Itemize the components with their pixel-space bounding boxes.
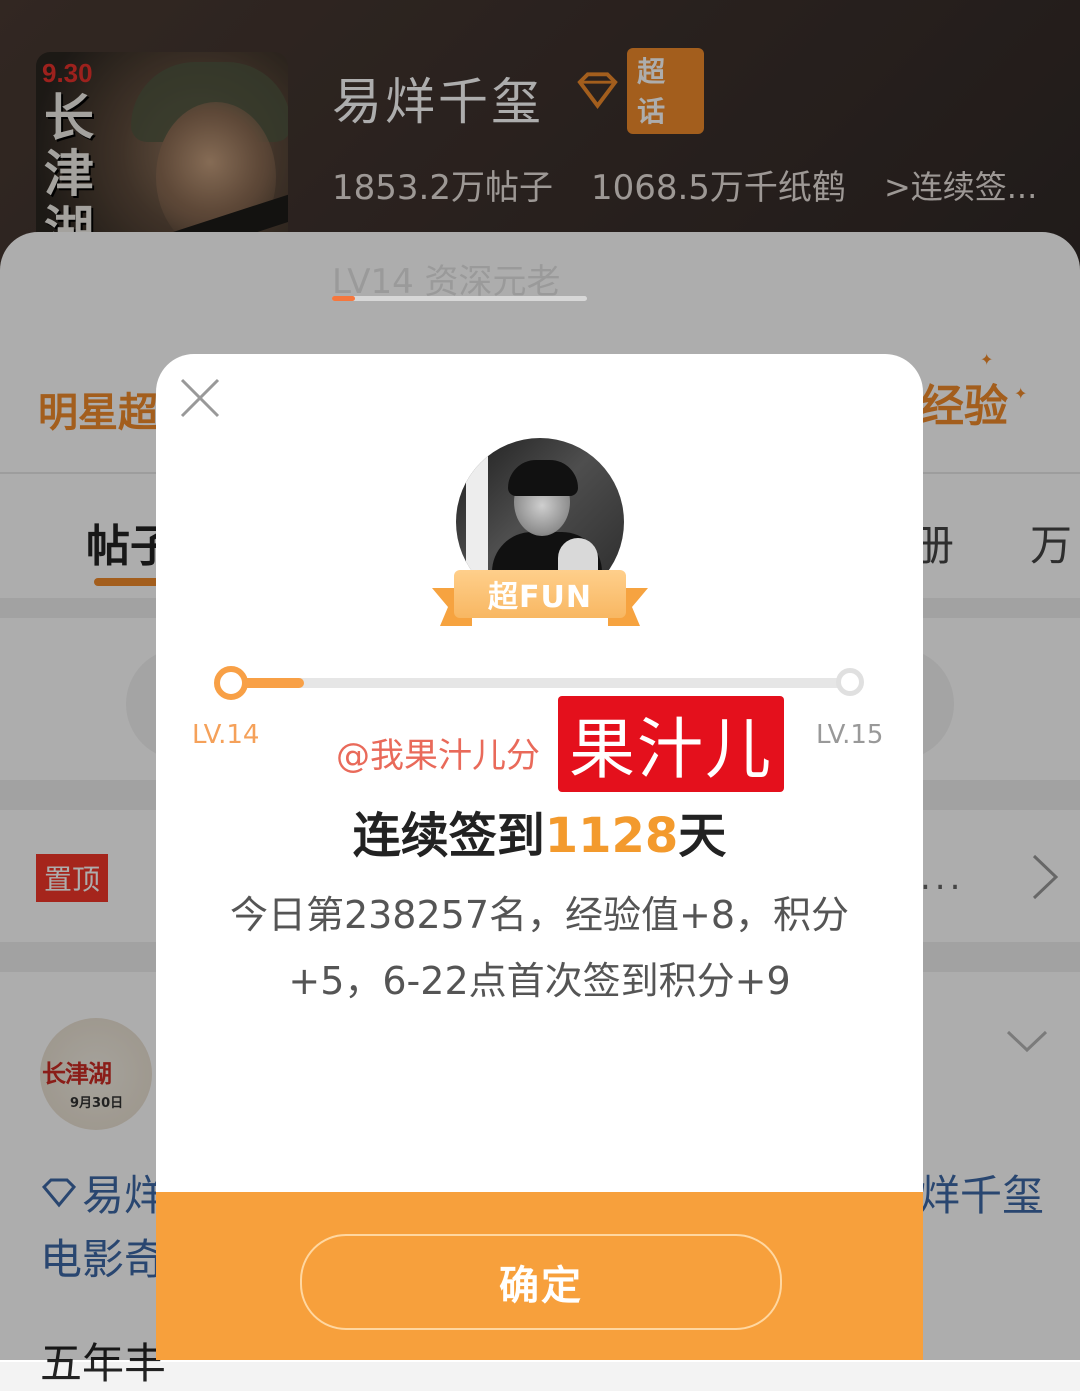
level-progress-track: [230, 678, 848, 688]
fan-level-ribbon: 超FUN: [432, 570, 648, 626]
reward-summary: 今日第238257名，经验值+8，积分 +5，6-22点首次签到积分+9: [196, 882, 883, 1014]
avatar-figure-hair: [508, 460, 578, 496]
current-level-label: LV.14: [192, 720, 260, 750]
close-icon[interactable]: [176, 374, 224, 422]
dialog-footer: 确定: [156, 1192, 923, 1360]
share-mention-text: @我果汁儿分: [336, 736, 540, 776]
reward-line-1: 今日第238257名，经验值+8，积分: [229, 893, 850, 937]
streak-suffix: 天: [678, 808, 727, 864]
reward-line-2: +5，6-22点首次签到积分+9: [288, 959, 791, 1003]
progress-start-dot: [214, 666, 248, 700]
progress-end-dot: [836, 668, 864, 696]
streak-days: 1128: [544, 808, 679, 864]
confirm-button[interactable]: 确定: [300, 1234, 782, 1330]
signin-streak: 连续签到1128天: [156, 796, 923, 866]
streak-prefix: 连续签到: [352, 808, 545, 864]
signin-success-dialog: 超FUN LV.14 LV.15 @我果汁儿分 果汁儿 连续签到1128天 今日…: [156, 354, 923, 1360]
next-level-label: LV.15: [816, 720, 884, 750]
fan-level-badge: 超FUN: [454, 570, 626, 618]
user-level-fill: [332, 296, 355, 301]
watermark-label: 果汁儿: [558, 696, 784, 792]
user-level-bar: [332, 296, 587, 301]
